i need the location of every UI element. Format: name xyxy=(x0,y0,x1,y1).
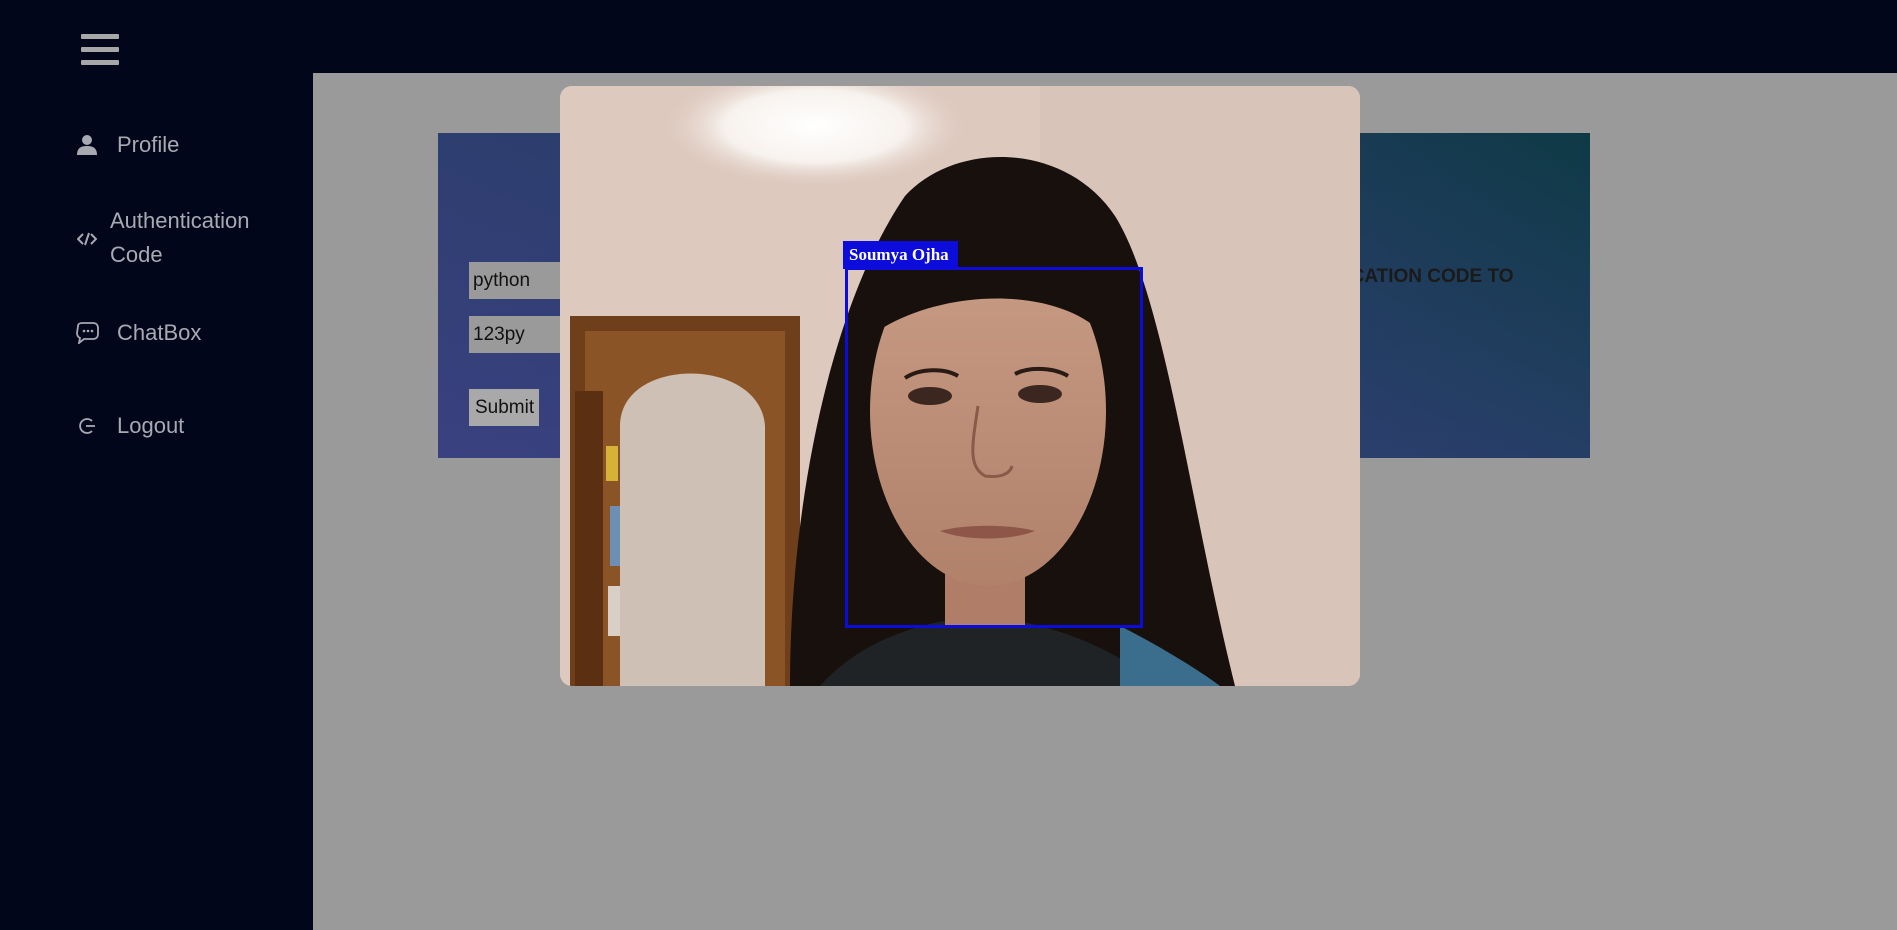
chat-icon xyxy=(73,319,101,347)
top-bar xyxy=(0,0,1897,73)
sidebar-item-authentication-code[interactable]: Authentication Code xyxy=(73,204,273,272)
logout-icon xyxy=(73,412,101,440)
sidebar-item-label: Authentication Code xyxy=(110,208,250,267)
detected-name-label: Soumya Ojha xyxy=(843,241,958,269)
user-icon xyxy=(73,131,101,159)
submit-button[interactable]: Submit xyxy=(469,389,539,426)
hamburger-icon[interactable] xyxy=(81,34,119,66)
sidebar-item-label: Profile xyxy=(117,132,180,157)
sidebar-item-label: ChatBox xyxy=(117,320,202,345)
code-icon xyxy=(73,225,101,253)
sidebar-item-label: Logout xyxy=(117,413,185,438)
sidebar: Profile Authentication Code ChatBox Logo… xyxy=(0,73,313,930)
face-detection-box xyxy=(845,267,1143,628)
